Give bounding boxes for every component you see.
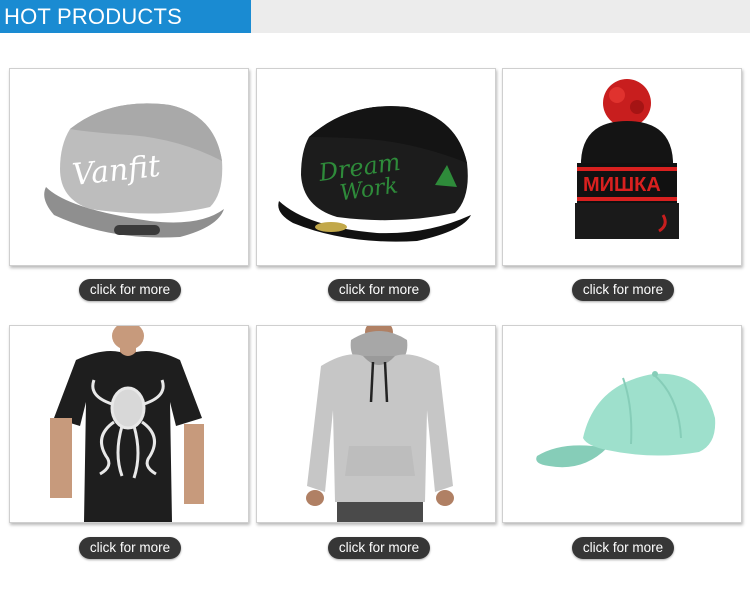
product-card-6[interactable] xyxy=(502,325,742,523)
black-snapback-cap-icon: Dream Work xyxy=(278,106,471,242)
click-for-more-button[interactable]: click for more xyxy=(572,537,674,559)
click-for-more-button[interactable]: click for more xyxy=(328,279,430,301)
click-for-more-button[interactable]: click for more xyxy=(572,279,674,301)
click-for-more-button[interactable]: click for more xyxy=(79,537,181,559)
product-card-1[interactable]: Vanfit xyxy=(9,68,249,266)
click-for-more-button[interactable]: click for more xyxy=(79,279,181,301)
gray-hoodie-icon xyxy=(306,326,454,522)
product-card-2[interactable]: Dream Work xyxy=(256,68,496,266)
product-card-4[interactable] xyxy=(9,325,249,523)
click-for-more-button[interactable]: click for more xyxy=(328,537,430,559)
product-card-5[interactable] xyxy=(256,325,496,523)
gray-snapback-cap-icon: Vanfit xyxy=(44,103,225,238)
black-tshirt-icon xyxy=(50,326,204,522)
product-card-3[interactable]: МИШКА xyxy=(502,68,742,266)
section-title: HOT PRODUCTS xyxy=(0,0,251,33)
mint-baseball-cap-icon xyxy=(536,371,716,468)
pom-pom-beanie-icon: МИШКА xyxy=(575,79,679,239)
svg-text:МИШКА: МИШКА xyxy=(583,174,661,196)
